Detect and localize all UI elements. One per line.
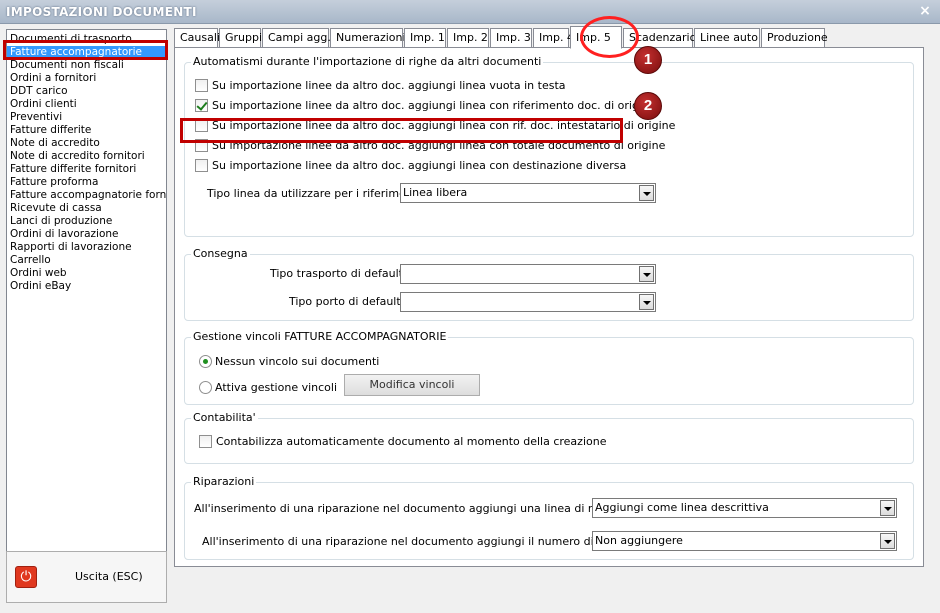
tipo-trasporto-label: Tipo trasporto di default : xyxy=(270,267,411,280)
document-type-item[interactable]: Ordini eBay xyxy=(7,280,166,293)
option-nessun-vincolo[interactable]: Nessun vincolo sui documenti xyxy=(199,354,380,369)
document-type-item[interactable]: Preventivi xyxy=(7,111,166,124)
title-bar: IMPOSTAZIONI DOCUMENTI × xyxy=(0,0,940,24)
document-type-item[interactable]: Fatture differite fornitori xyxy=(7,163,166,176)
tab-panel-imp5: Automatismi durante l'importazione di ri… xyxy=(174,47,924,567)
riparazione-rif-label: All'inserimento di una riparazione nel d… xyxy=(194,502,657,515)
tab-gruppi[interactable]: Gruppi xyxy=(219,28,262,48)
tab-imp-3[interactable]: Imp. 3 xyxy=(490,28,532,48)
group-consegna: Consegna Tipo trasporto di default : Tip… xyxy=(184,247,914,321)
document-type-item[interactable]: Rapporti di lavorazione xyxy=(7,241,166,254)
document-type-item[interactable]: Fatture proforma xyxy=(7,176,166,189)
tipo-porto-select[interactable] xyxy=(400,292,656,312)
tab-causali[interactable]: Causali xyxy=(174,28,220,48)
option-totale-documento-label: Su importazione linee da altro doc. aggi… xyxy=(212,139,666,152)
chevron-down-icon[interactable] xyxy=(639,266,654,282)
checkbox-rif-intestatario[interactable] xyxy=(195,118,208,132)
option-totale-documento[interactable]: Su importazione linee da altro doc. aggi… xyxy=(195,138,666,153)
tab-imp-5[interactable]: Imp. 5 xyxy=(570,26,622,49)
group-contabilita-legend: Contabilita' xyxy=(191,411,258,424)
radio-nessun-vincolo[interactable] xyxy=(199,354,212,368)
annotation-badge-1: 1 xyxy=(634,46,662,74)
riparazione-matricola-value: Non aggiungere xyxy=(595,534,683,547)
chevron-down-icon[interactable] xyxy=(639,294,654,310)
chevron-down-icon[interactable] xyxy=(880,500,895,516)
document-type-item[interactable]: Ordini a fornitori xyxy=(7,72,166,85)
document-type-item[interactable]: Documenti di trasporto xyxy=(7,33,166,46)
tipo-trasporto-select[interactable] xyxy=(400,264,656,284)
window-body: Documenti di trasporto Fatture accompagna… xyxy=(0,16,940,613)
tab-numerazioni[interactable]: Numerazioni xyxy=(330,28,406,48)
option-attiva-vincoli[interactable]: Attiva gestione vincoli xyxy=(199,380,338,395)
tab-imp-4[interactable]: Imp. 4 xyxy=(533,28,574,48)
annotation-badge-2: 2 xyxy=(634,92,662,120)
option-destinazione-diversa-label: Su importazione linee da altro doc. aggi… xyxy=(212,159,627,172)
checkbox-linea-vuota[interactable] xyxy=(195,78,208,92)
chevron-down-icon[interactable] xyxy=(880,533,895,549)
document-type-item[interactable]: Ricevute di cassa xyxy=(7,202,166,215)
document-type-item[interactable]: Ordini clienti xyxy=(7,98,166,111)
option-linea-vuota-label: Su importazione linee da altro doc. aggi… xyxy=(212,79,566,92)
tab-linee-auto[interactable]: Linee auto xyxy=(694,28,760,48)
checkbox-contabilizza[interactable] xyxy=(199,434,212,448)
chevron-down-icon[interactable] xyxy=(639,185,654,201)
document-type-item[interactable]: Ordini web xyxy=(7,267,166,280)
group-riparazioni: Riparazioni All'inserimento di una ripar… xyxy=(184,475,914,560)
checkbox-destinazione-diversa[interactable] xyxy=(195,158,208,172)
document-type-item[interactable]: Documenti non fiscali xyxy=(7,59,166,72)
close-icon[interactable]: × xyxy=(916,3,934,20)
option-nessun-vincolo-label: Nessun vincolo sui documenti xyxy=(215,355,380,368)
group-consegna-legend: Consegna xyxy=(191,247,250,260)
window-title: IMPOSTAZIONI DOCUMENTI xyxy=(6,5,197,19)
checkbox-riferimento-doc-origine[interactable] xyxy=(195,98,208,112)
tab-imp-2[interactable]: Imp. 2 xyxy=(447,28,489,48)
tipo-porto-label: Tipo porto di default : xyxy=(289,295,408,308)
tipo-linea-label: Tipo linea da utilizzare per i riferimen… xyxy=(207,187,428,200)
document-type-item[interactable]: Ordini di lavorazione xyxy=(7,228,166,241)
tab-produzione[interactable]: Produzione xyxy=(761,28,828,48)
option-rif-intestatario-label: Su importazione linee da altro doc. aggi… xyxy=(212,119,676,132)
group-vincoli-legend: Gestione vincoli FATTURE ACCOMPAGNATORIE xyxy=(191,330,449,343)
group-vincoli: Gestione vincoli FATTURE ACCOMPAGNATORIE… xyxy=(184,330,914,405)
document-type-item[interactable]: Fatture differite xyxy=(7,124,166,137)
group-automatismi-legend: Automatismi durante l'importazione di ri… xyxy=(191,55,544,68)
group-contabilita: Contabilita' Contabilizza automaticament… xyxy=(184,411,914,464)
option-riferimento-doc-origine[interactable]: Su importazione linee da altro doc. aggi… xyxy=(195,98,656,113)
document-type-list[interactable]: Documenti di trasporto Fatture accompagna… xyxy=(6,29,167,562)
exit-button[interactable]: ⏻ Uscita (ESC) xyxy=(6,551,167,603)
riparazione-matricola-select[interactable]: Non aggiungere xyxy=(592,531,897,551)
riparazione-matricola-label: All'inserimento di una riparazione nel d… xyxy=(202,535,657,548)
document-type-item[interactable]: Fatture accompagnatorie xyxy=(7,46,166,59)
radio-attiva-vincoli[interactable] xyxy=(199,380,212,394)
option-attiva-vincoli-label: Attiva gestione vincoli xyxy=(215,381,338,394)
riparazione-rif-value: Aggiungi come linea descrittiva xyxy=(595,501,769,514)
tab-scadenzario[interactable]: Scadenzario xyxy=(623,28,696,48)
checkbox-totale-documento[interactable] xyxy=(195,138,208,152)
power-icon: ⏻ xyxy=(15,566,37,588)
exit-label: Uscita (ESC) xyxy=(75,570,143,583)
document-type-item[interactable]: Lanci di produzione xyxy=(7,215,166,228)
document-type-item[interactable]: Fatture accompagnatorie fornito xyxy=(7,189,166,202)
tipo-linea-select[interactable]: Linea libera xyxy=(400,183,656,203)
document-type-item[interactable]: DDT carico xyxy=(7,85,166,98)
tab-campi-agg[interactable]: Campi agg. xyxy=(262,28,331,48)
document-type-item[interactable]: Note di accredito fornitori xyxy=(7,150,166,163)
document-type-item[interactable]: Carrello xyxy=(7,254,166,267)
riparazione-rif-select[interactable]: Aggiungi come linea descrittiva xyxy=(592,498,897,518)
tipo-linea-value: Linea libera xyxy=(403,186,468,199)
group-riparazioni-legend: Riparazioni xyxy=(191,475,257,488)
option-destinazione-diversa[interactable]: Su importazione linee da altro doc. aggi… xyxy=(195,158,627,173)
option-riferimento-doc-origine-label: Su importazione linee da altro doc. aggi… xyxy=(212,99,656,112)
option-contabilizza[interactable]: Contabilizza automaticamente documento a… xyxy=(199,434,607,449)
option-contabilizza-label: Contabilizza automaticamente documento a… xyxy=(216,435,607,448)
option-rif-intestatario[interactable]: Su importazione linee da altro doc. aggi… xyxy=(195,118,676,133)
option-linea-vuota[interactable]: Su importazione linee da altro doc. aggi… xyxy=(195,78,566,93)
group-automatismi: Automatismi durante l'importazione di ri… xyxy=(184,55,914,237)
tab-imp-1[interactable]: Imp. 1 xyxy=(404,28,446,48)
modifica-vincoli-button[interactable]: Modifica vincoli xyxy=(344,374,480,396)
document-type-item[interactable]: Note di accredito xyxy=(7,137,166,150)
